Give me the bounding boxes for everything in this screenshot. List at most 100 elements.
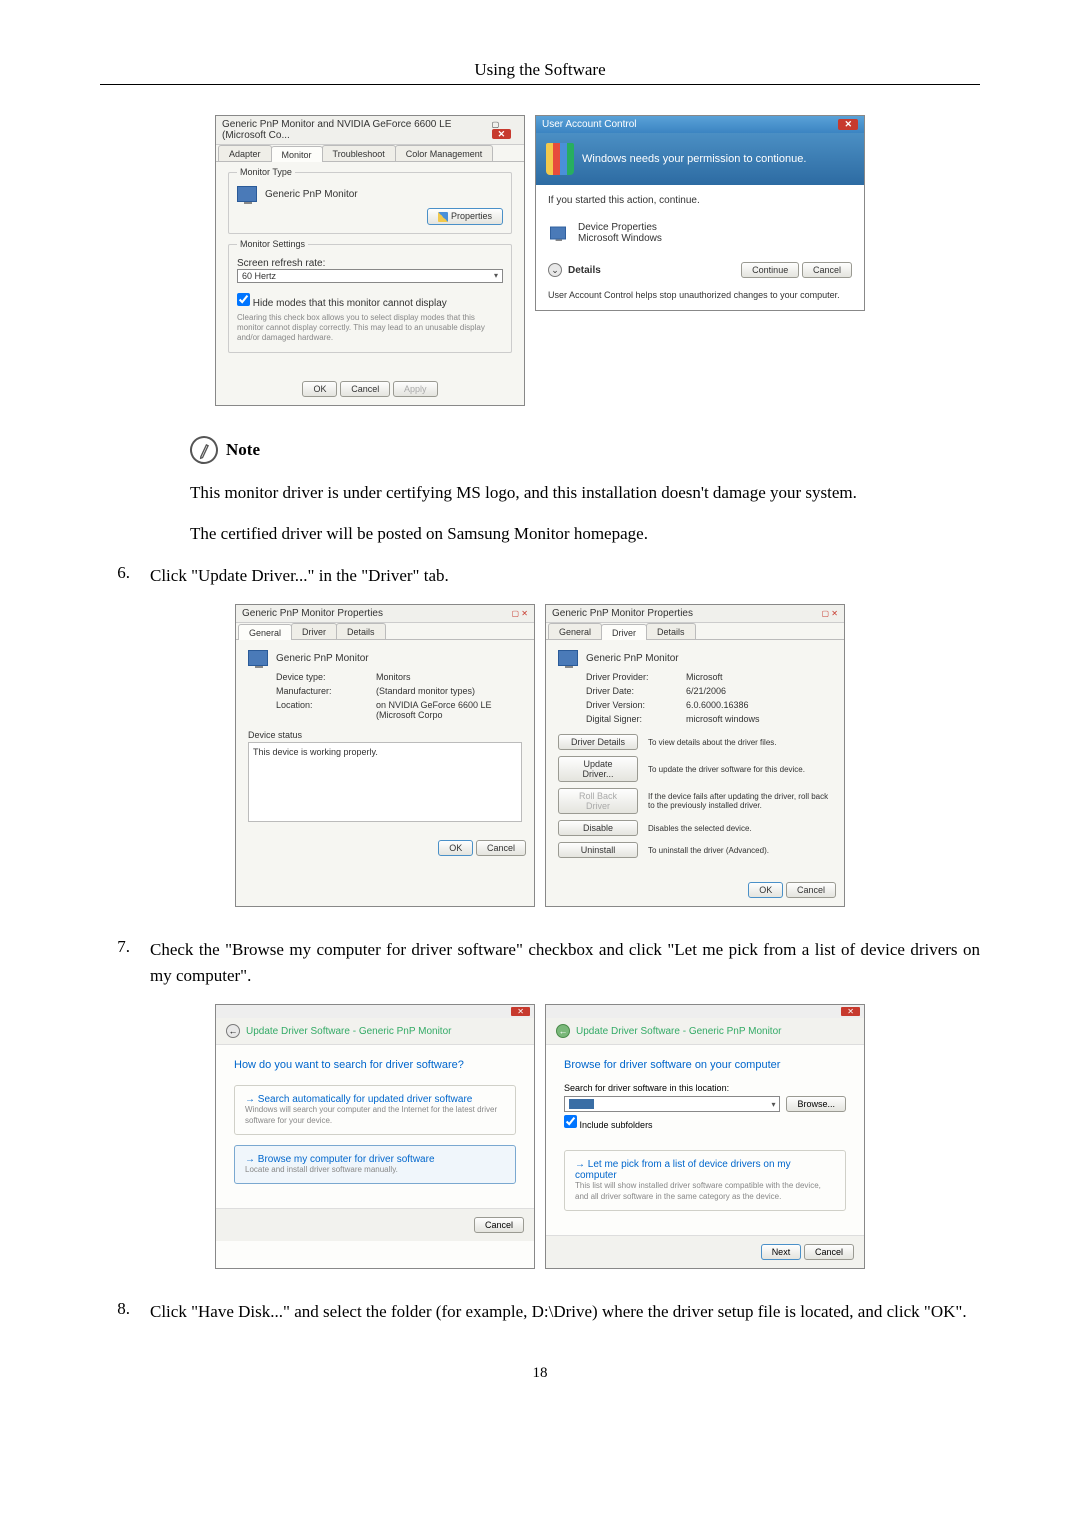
signer-label: Digital Signer: [586, 714, 676, 724]
back-icon[interactable]: ← [226, 1024, 240, 1038]
option-pick-list[interactable]: → Let me pick from a list of device driv… [564, 1150, 846, 1211]
tab-troubleshoot[interactable]: Troubleshoot [322, 145, 396, 161]
update-driver-button[interactable]: Update Driver... [558, 756, 638, 782]
disable-desc: Disables the selected device. [648, 824, 832, 833]
cancel-button[interactable]: Cancel [474, 1217, 524, 1233]
tab-general[interactable]: General [548, 623, 602, 639]
step-8-text: Click "Have Disk..." and select the fold… [150, 1299, 980, 1325]
note-line1: This monitor driver is under certifying … [190, 480, 980, 506]
rollback-desc: If the device fails after updating the d… [648, 792, 832, 810]
step-7-num: 7. [100, 937, 130, 988]
close-icon[interactable]: ✕ [511, 1007, 530, 1016]
manufacturer-value: (Standard monitor types) [376, 686, 522, 696]
page-header: Using the Software [100, 60, 980, 80]
cancel-button[interactable]: Cancel [786, 882, 836, 898]
provider-label: Driver Provider: [586, 672, 676, 682]
rollback-button[interactable]: Roll Back Driver [558, 788, 638, 814]
window-controls[interactable]: ▢ ✕ [822, 609, 838, 618]
uac-banner: Windows needs your permission to contion… [536, 133, 864, 185]
date-value: 6/21/2006 [686, 686, 832, 696]
cancel-button[interactable]: Cancel [804, 1244, 854, 1260]
hide-modes-checkbox[interactable] [237, 293, 250, 306]
include-label: Include subfolders [580, 1120, 653, 1130]
pnp-driver-dialog: Generic PnP Monitor Properties ▢ ✕ Gener… [545, 604, 845, 907]
update-wizard-1: ✕ ← Update Driver Software - Generic PnP… [215, 1004, 535, 1269]
tab-color-mgmt[interactable]: Color Management [395, 145, 494, 161]
cancel-button[interactable]: Cancel [340, 381, 390, 397]
cancel-button[interactable]: Cancel [476, 840, 526, 856]
device-props-label: Device Properties [578, 222, 662, 233]
continue-button[interactable]: Continue [741, 262, 799, 278]
step-6-num: 6. [100, 563, 130, 589]
update-wizard-2: ✕ ← Update Driver Software - Generic PnP… [545, 1004, 865, 1269]
provider-value: Microsoft [686, 672, 832, 682]
ok-button[interactable]: OK [438, 840, 473, 856]
manufacturer-label: Manufacturer: [276, 686, 366, 696]
uninstall-button[interactable]: Uninstall [558, 842, 638, 858]
expand-icon[interactable]: ⌄ [548, 263, 562, 277]
monitor-properties-dialog: Generic PnP Monitor and NVIDIA GeForce 6… [215, 115, 525, 406]
tab-driver[interactable]: Driver [601, 624, 647, 640]
ok-button[interactable]: OK [302, 381, 337, 397]
ms-windows-label: Microsoft Windows [578, 233, 662, 244]
monitor-settings-label: Monitor Settings [237, 239, 308, 249]
hide-modes-label: Hide modes that this monitor cannot disp… [253, 298, 447, 309]
monitor-icon [558, 650, 578, 666]
monitor-type-label: Monitor Type [237, 167, 295, 177]
device-status-box: This device is working properly. [248, 742, 522, 822]
ok-button[interactable]: OK [748, 882, 783, 898]
window-controls[interactable]: ▢ ✕ [492, 120, 518, 140]
tab-general[interactable]: General [238, 624, 292, 640]
tab-driver[interactable]: Driver [291, 623, 337, 639]
close-icon[interactable]: ✕ [841, 1007, 860, 1016]
dialog-title-text: Generic PnP Monitor Properties [552, 608, 693, 619]
device-name: Generic PnP Monitor [586, 653, 679, 664]
details-label[interactable]: Details [568, 265, 601, 276]
tab-details[interactable]: Details [336, 623, 386, 639]
close-icon[interactable]: ✕ [838, 119, 858, 130]
uac-cancel-button[interactable]: Cancel [802, 262, 852, 278]
next-button[interactable]: Next [761, 1244, 802, 1260]
option-search-auto[interactable]: → Search automatically for updated drive… [234, 1085, 516, 1135]
note-icon [186, 432, 222, 468]
version-label: Driver Version: [586, 700, 676, 710]
option-desc: Locate and install driver software manua… [245, 1165, 505, 1175]
driver-details-button[interactable]: Driver Details [558, 734, 638, 750]
shield-icon [438, 212, 448, 222]
tab-details[interactable]: Details [646, 623, 696, 639]
refresh-rate-select[interactable]: 60 Hertz▾ [237, 269, 503, 283]
page-number: 18 [100, 1365, 980, 1382]
dialog-titlebar: Generic PnP Monitor Properties ▢ ✕ [546, 605, 844, 623]
location-combo[interactable]: ▾ [564, 1096, 780, 1112]
tab-adapter[interactable]: Adapter [218, 145, 272, 161]
search-location-label: Search for driver software in this locat… [564, 1083, 846, 1093]
dialog-titlebar: Generic PnP Monitor and NVIDIA GeForce 6… [216, 116, 524, 145]
browse-button[interactable]: Browse... [786, 1096, 846, 1112]
location-value: on NVIDIA GeForce 6600 LE (Microsoft Cor… [376, 700, 522, 720]
tab-monitor[interactable]: Monitor [271, 146, 323, 162]
chevron-down-icon: ▾ [494, 271, 498, 280]
back-icon[interactable]: ← [556, 1024, 570, 1038]
driver-details-desc: To view details about the driver files. [648, 738, 832, 747]
dialog-title-text: Generic PnP Monitor and NVIDIA GeForce 6… [222, 119, 492, 141]
option-desc: This list will show installed driver sof… [575, 1181, 835, 1202]
include-subfolders-checkbox[interactable] [564, 1115, 577, 1128]
wizard-crumb: Update Driver Software - Generic PnP Mon… [576, 1026, 781, 1037]
uac-started-text: If you started this action, continue. [548, 195, 852, 206]
properties-button[interactable]: Properties [427, 208, 503, 225]
hide-modes-desc: Clearing this check box allows you to se… [237, 313, 503, 344]
wizard-heading: Browse for driver software on your compu… [564, 1059, 846, 1071]
device-icon [550, 227, 566, 240]
tabs: Adapter Monitor Troubleshoot Color Manag… [216, 145, 524, 162]
window-controls[interactable]: ▢ ✕ [512, 609, 528, 618]
uac-banner-text: Windows needs your permission to contion… [582, 153, 806, 165]
step-7-text: Check the "Browse my computer for driver… [150, 937, 980, 988]
apply-button[interactable]: Apply [393, 381, 438, 397]
monitor-name: Generic PnP Monitor [265, 189, 358, 200]
uac-shield-icon [546, 143, 574, 175]
disable-button[interactable]: Disable [558, 820, 638, 836]
device-type-value: Monitors [376, 672, 522, 682]
option-browse[interactable]: → Browse my computer for driver software… [234, 1145, 516, 1184]
device-name: Generic PnP Monitor [276, 653, 369, 664]
uac-dialog: User Account Control ✕ Windows needs you… [535, 115, 865, 311]
